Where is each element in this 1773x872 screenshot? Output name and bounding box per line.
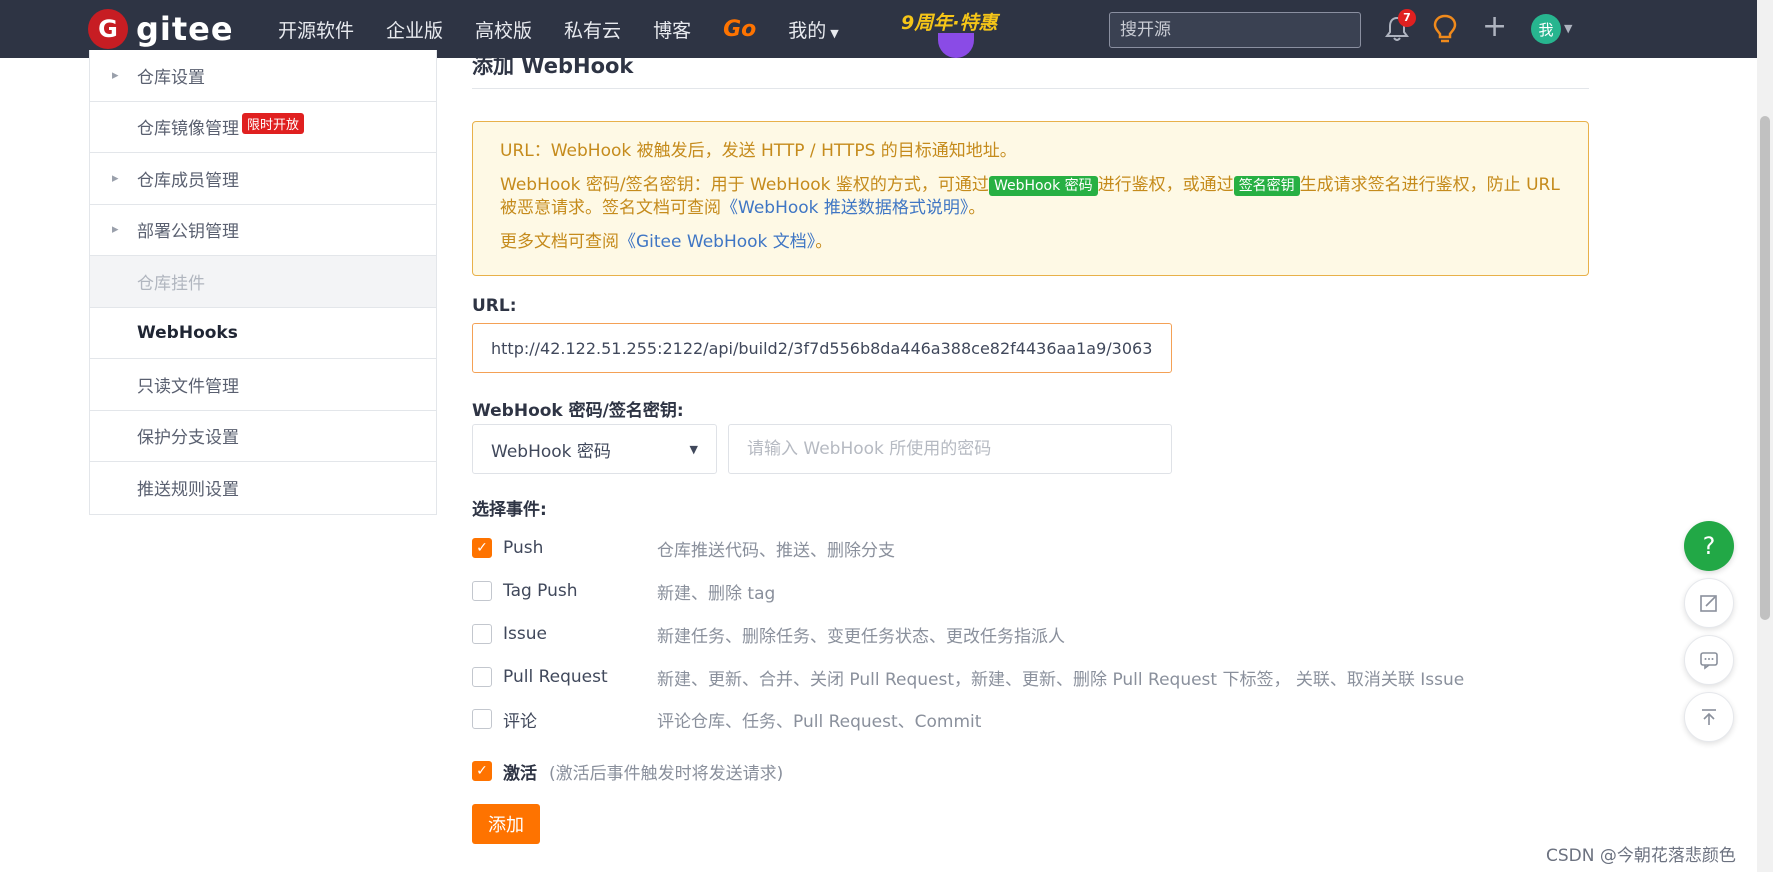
notice-url-line: URL：WebHook 被触发后，发送 HTTP / HTTPS 的目标通知地址… bbox=[500, 141, 1017, 161]
chat-button[interactable] bbox=[1684, 635, 1734, 685]
url-label: URL: bbox=[472, 296, 517, 316]
notice-text: 更多文档可查阅 bbox=[500, 232, 619, 252]
event-desc: 评论仓库、任务、Pull Request、Commit bbox=[657, 711, 982, 732]
secret-type-select[interactable]: WebHook 密码 ▼ bbox=[472, 424, 717, 474]
sidebar-item-label: 仓库挂件 bbox=[137, 273, 205, 294]
anniversary-promo[interactable]: 9周年·特惠 bbox=[901, 8, 997, 35]
url-input[interactable] bbox=[472, 323, 1172, 373]
notice-text: WebHook 密码/签名密钥：用于 WebHook 鉴权的方式，可通过 bbox=[500, 175, 989, 195]
sidebar-item-protected-branches[interactable]: 保护分支设置 bbox=[90, 411, 436, 462]
notice-text: 进行鉴权，或通过 bbox=[1097, 175, 1234, 195]
help-button[interactable]: ? bbox=[1684, 521, 1734, 571]
edit-note-icon bbox=[1700, 595, 1717, 612]
doc-link-gitee-webhook[interactable]: 《Gitee WebHook 文档》 bbox=[619, 232, 815, 252]
sidebar-item-readonly-files[interactable]: 只读文件管理 bbox=[90, 359, 436, 411]
arrow-up-icon bbox=[1702, 709, 1716, 725]
lightbulb-icon[interactable] bbox=[1432, 14, 1458, 44]
event-row-tag-push: Tag Push 新建、删除 tag bbox=[472, 576, 775, 606]
notice-text: 。 bbox=[968, 198, 986, 218]
sidebar-item-label: WebHooks bbox=[137, 322, 238, 343]
chat-icon bbox=[1700, 652, 1718, 670]
sidebar-item-label: 仓库设置 bbox=[137, 67, 205, 88]
secret-input[interactable] bbox=[728, 424, 1172, 474]
event-row-comment: 评论 评论仓库、任务、Pull Request、Commit bbox=[472, 704, 981, 734]
settings-sidebar: 仓库设置 仓库镜像管理限时开放 仓库成员管理 部署公钥管理 仓库挂件 WebHo… bbox=[89, 50, 437, 515]
nav-mine[interactable]: 我的 ▼ bbox=[788, 16, 838, 43]
nav-open-source[interactable]: 开源软件 bbox=[278, 16, 354, 43]
nav-enterprise[interactable]: 企业版 bbox=[386, 16, 443, 43]
sidebar-item-repo-settings[interactable]: 仓库设置 bbox=[90, 50, 436, 102]
search-input[interactable] bbox=[1109, 12, 1361, 48]
nav-mine-label: 我的 bbox=[788, 19, 827, 42]
event-desc: 仓库推送代码、推送、删除分支 bbox=[657, 540, 895, 561]
nav-go[interactable]: Go bbox=[723, 17, 756, 42]
dropdown-arrow-icon: ▼ bbox=[689, 442, 698, 456]
feedback-button[interactable] bbox=[1684, 578, 1734, 628]
nav-private-cloud[interactable]: 私有云 bbox=[564, 16, 621, 43]
event-row-pull-request: Pull Request 新建、更新、合并、关闭 Pull Request，新建… bbox=[472, 662, 1464, 692]
avatar[interactable]: 我 bbox=[1531, 14, 1561, 44]
tag-push-checkbox[interactable] bbox=[472, 581, 492, 601]
caret-down-icon: ▼ bbox=[830, 26, 839, 40]
notice-text: 。 bbox=[815, 232, 833, 252]
event-row-issue: Issue 新建任务、删除任务、变更任务状态、更改任务指派人 bbox=[472, 619, 1065, 649]
gitee-logo[interactable]: G gitee bbox=[88, 9, 234, 49]
event-name: Push bbox=[503, 538, 544, 558]
sidebar-item-label: 只读文件管理 bbox=[137, 376, 239, 397]
comment-checkbox[interactable] bbox=[472, 709, 492, 729]
sidebar-item-label: 仓库镜像管理 bbox=[137, 119, 239, 140]
sidebar-item-mirror[interactable]: 仓库镜像管理 限时开放 bbox=[90, 102, 436, 153]
nav-blog[interactable]: 博客 bbox=[653, 16, 691, 43]
avatar-caret-icon[interactable]: ▼ bbox=[1564, 22, 1572, 35]
sidebar-item-webhooks[interactable]: WebHooks bbox=[90, 308, 436, 359]
gitee-logo-text: gitee bbox=[136, 10, 234, 48]
notification-count-badge: 7 bbox=[1398, 9, 1416, 27]
active-checkbox[interactable]: ✓ bbox=[472, 761, 492, 781]
sidebar-item-label: 仓库成员管理 bbox=[137, 170, 239, 191]
add-webhook-button[interactable]: 添加 bbox=[472, 804, 540, 844]
events-label: 选择事件: bbox=[472, 500, 547, 520]
title-divider bbox=[472, 88, 1589, 89]
tag-webhook-password: WebHook 密码 bbox=[988, 176, 1098, 196]
active-hint: (激活后事件触发时将发送请求) bbox=[549, 763, 784, 784]
event-desc: 新建任务、删除任务、变更任务状态、更改任务指派人 bbox=[657, 626, 1065, 647]
pull-request-checkbox[interactable] bbox=[472, 667, 492, 687]
csdn-watermark: CSDN @今朝花落悲颜色 bbox=[1546, 846, 1736, 866]
sidebar-item-label: 保护分支设置 bbox=[137, 428, 239, 449]
secret-type-value: WebHook 密码 bbox=[491, 441, 611, 462]
issue-checkbox[interactable] bbox=[472, 624, 492, 644]
event-name: Issue bbox=[503, 624, 547, 644]
doc-link-data-format[interactable]: 《WebHook 推送数据格式说明》 bbox=[721, 198, 968, 218]
event-name: 评论 bbox=[503, 711, 537, 732]
scrollbar-thumb[interactable] bbox=[1760, 116, 1770, 620]
webhook-notice: URL：WebHook 被触发后，发送 HTTP / HTTPS 的目标通知地址… bbox=[472, 121, 1589, 276]
event-name: Tag Push bbox=[503, 581, 578, 601]
push-checkbox[interactable]: ✓ bbox=[472, 538, 492, 558]
sidebar-item-label: 部署公钥管理 bbox=[137, 222, 239, 243]
sidebar-item-push-rules[interactable]: 推送规则设置 bbox=[90, 462, 436, 514]
event-row-push: ✓ Push 仓库推送代码、推送、删除分支 bbox=[472, 533, 895, 563]
secret-label: WebHook 密码/签名密钥: bbox=[472, 401, 684, 421]
question-icon: ? bbox=[1702, 532, 1716, 560]
event-name: Pull Request bbox=[503, 667, 608, 687]
sidebar-item-widgets: 仓库挂件 bbox=[90, 256, 436, 308]
nav-education[interactable]: 高校版 bbox=[475, 16, 532, 43]
event-desc: 新建、更新、合并、关闭 Pull Request，新建、更新、删除 Pull R… bbox=[657, 669, 1465, 690]
active-row: ✓ 激活 (激活后事件触发时将发送请求) bbox=[472, 756, 783, 786]
notice-secret-line: WebHook 密码/签名密钥：用于 WebHook 鉴权的方式，可通过 WebH… bbox=[500, 174, 1561, 220]
plus-icon[interactable]: + bbox=[1482, 12, 1507, 42]
sidebar-item-members[interactable]: 仓库成员管理 bbox=[90, 153, 436, 205]
limited-badge: 限时开放 bbox=[242, 112, 305, 134]
sidebar-item-deploy-keys[interactable]: 部署公钥管理 bbox=[90, 205, 436, 256]
back-to-top-button[interactable] bbox=[1684, 692, 1734, 742]
promo-decoration bbox=[938, 33, 974, 58]
event-desc: 新建、删除 tag bbox=[657, 583, 776, 604]
tag-signature-key: 签名密钥 bbox=[1233, 176, 1300, 196]
notice-more-line: 更多文档可查阅《Gitee WebHook 文档》。 bbox=[500, 231, 1561, 254]
gitee-logo-icon: G bbox=[88, 9, 128, 49]
active-label: 激活 bbox=[503, 763, 537, 784]
page-title: 添加 WebHook bbox=[472, 54, 634, 78]
sidebar-item-label: 推送规则设置 bbox=[137, 480, 239, 501]
